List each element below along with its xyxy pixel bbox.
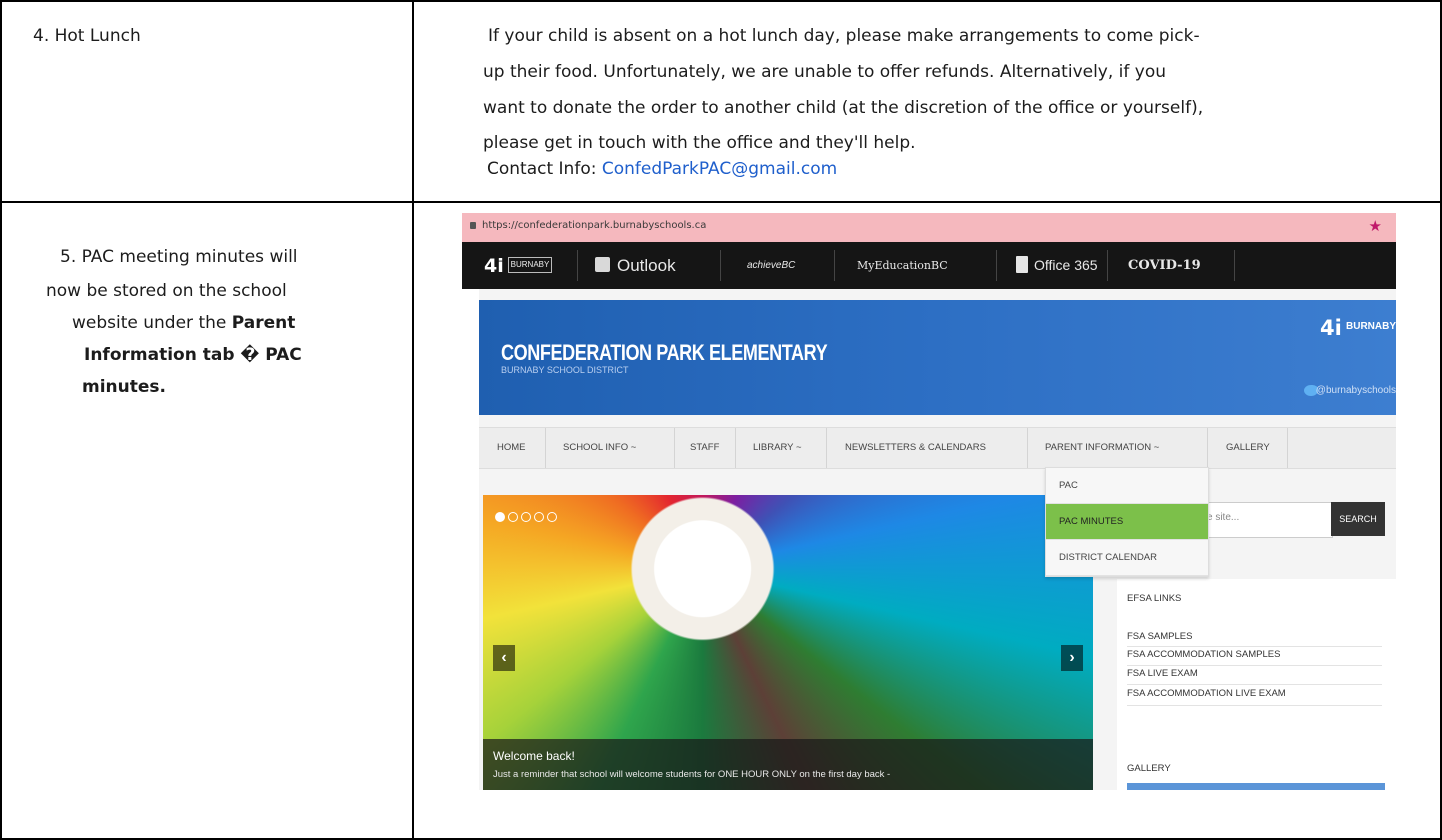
district-top-bar: 4i BURNABY Outlook achieveBC MyEducation… xyxy=(462,242,1396,289)
website-screenshot: https://confederationpark.burnabyschools… xyxy=(462,213,1396,790)
twitter-handle: @burnabyschools xyxy=(1315,385,1396,396)
topbar-outlook: Outlook xyxy=(617,256,676,275)
search-button: SEARCH xyxy=(1331,502,1385,536)
bookmark-star-icon: ★ xyxy=(1368,218,1382,235)
row5-line-3: website under the Parent xyxy=(72,308,295,338)
school-nav: HOME SCHOOL INFO ~ STAFF LIBRARY ~ NEWSL… xyxy=(479,427,1396,469)
image-slider: ‹ › Welcome back! Just a reminder that s… xyxy=(483,495,1093,790)
burnaby-banner-logo-icon: 4i xyxy=(1320,316,1342,340)
document-table: 4. Hot Lunch If your child is absent on … xyxy=(0,0,1442,840)
nav-separator xyxy=(1207,428,1208,468)
nav-newsletters: NEWSLETTERS & CALENDARS xyxy=(845,442,986,453)
dropdown-pac-minutes: PAC MINUTES xyxy=(1046,504,1208,540)
sidebar-link: FSA SAMPLES xyxy=(1127,631,1193,642)
outlook-icon xyxy=(595,257,610,272)
nav-separator xyxy=(735,428,736,468)
topbar-separator xyxy=(577,250,578,281)
row5-line-4: Information tab � PAC xyxy=(84,345,302,365)
gallery-bar xyxy=(1127,783,1385,790)
row5-line-5: minutes. xyxy=(82,377,166,397)
lock-icon xyxy=(470,222,476,229)
row4-label: 4. Hot Lunch xyxy=(33,26,141,46)
sidebar-link: FSA ACCOMMODATION LIVE EXAM xyxy=(1127,688,1286,699)
sidebar-rule xyxy=(1127,705,1382,706)
sidebar-rule xyxy=(1127,684,1382,685)
table-column-divider xyxy=(412,0,414,840)
sidebar-gallery: GALLERY xyxy=(1117,745,1396,790)
school-banner: CONFEDERATION PARK ELEMENTARY BURNABY SC… xyxy=(479,300,1396,415)
school-page: CONFEDERATION PARK ELEMENTARY BURNABY SC… xyxy=(479,289,1396,790)
sidebar-links: EFSA LINKS FSA SAMPLES FSA ACCOMMODATION… xyxy=(1117,579,1396,759)
row4-text-line-3: want to donate the order to another chil… xyxy=(483,98,1204,118)
slider-prev-icon: ‹ xyxy=(493,645,515,671)
row4-text-line-2: up their food. Unfortunately, we are una… xyxy=(483,62,1167,82)
topbar-separator xyxy=(1234,250,1235,281)
burnaby-banner-logo-text: BURNABY xyxy=(1346,321,1396,332)
nav-parent-information: PARENT INFORMATION ~ xyxy=(1045,442,1160,453)
nav-gallery: GALLERY xyxy=(1226,442,1270,453)
row4-text-line-1: If your child is absent on a hot lunch d… xyxy=(488,26,1200,46)
sidebar-rule xyxy=(1127,665,1382,666)
nav-home: HOME xyxy=(497,442,526,453)
slider-dot xyxy=(495,512,505,522)
dropdown-pac: PAC xyxy=(1046,468,1208,504)
burnaby-banner-logo: 4i BURNABY xyxy=(1320,314,1396,348)
row5-line-1: 5. PAC meeting minutes will xyxy=(60,247,298,267)
browser-address-bar: https://confederationpark.burnabyschools… xyxy=(462,213,1396,242)
slider-next-icon: › xyxy=(1061,645,1083,671)
gallery-title: GALLERY xyxy=(1127,763,1171,774)
table-border-left xyxy=(0,0,2,840)
slider-dots xyxy=(495,509,560,527)
search-placeholder: e site... xyxy=(1207,512,1240,523)
topbar-separator xyxy=(720,250,721,281)
district-name: BURNABY SCHOOL DISTRICT xyxy=(501,365,629,375)
topbar-separator xyxy=(834,250,835,281)
slider-dot xyxy=(508,512,518,522)
slider-dot xyxy=(534,512,544,522)
nav-separator xyxy=(826,428,827,468)
burnaby-logo-icon: 4i xyxy=(484,255,504,277)
caption-text: Just a reminder that school will welcome… xyxy=(493,769,891,780)
topbar-office365: Office 365 xyxy=(1034,257,1098,273)
nav-separator xyxy=(1287,428,1288,468)
nav-separator xyxy=(1027,428,1028,468)
parent-info-dropdown: PAC PAC MINUTES DISTRICT CALENDAR xyxy=(1045,467,1209,577)
topbar-separator xyxy=(996,250,997,281)
dropdown-district-calendar: DISTRICT CALENDAR xyxy=(1046,540,1208,576)
caption-title: Welcome back! xyxy=(493,749,575,763)
slider-dot xyxy=(521,512,531,522)
burnaby-logo-text: BURNABY xyxy=(508,257,552,273)
office-365-icon xyxy=(1016,256,1028,273)
row4-contact: Contact Info: ConfedParkPAC@gmail.com xyxy=(487,154,837,184)
row5-line-3-plain: website under the xyxy=(72,313,227,333)
nav-separator xyxy=(674,428,675,468)
topbar-covid: COVID-19 xyxy=(1128,258,1201,273)
school-name: CONFEDERATION PARK ELEMENTARY xyxy=(501,340,828,365)
row5-line-3-bold: Parent xyxy=(231,313,296,333)
slider-dot xyxy=(547,512,557,522)
nav-separator xyxy=(545,428,546,468)
topbar-separator xyxy=(1107,250,1108,281)
contact-label: Contact Info: xyxy=(487,159,597,179)
contact-email-link[interactable]: ConfedParkPAC@gmail.com xyxy=(602,159,837,179)
sidebar-rule xyxy=(1127,646,1382,647)
sidebar-link: FSA ACCOMMODATION SAMPLES xyxy=(1127,649,1281,660)
address-url: https://confederationpark.burnabyschools… xyxy=(482,220,707,231)
row5-line-2: now be stored on the school xyxy=(46,281,287,301)
nav-school-info: SCHOOL INFO ~ xyxy=(563,442,637,453)
nav-library: LIBRARY ~ xyxy=(753,442,802,453)
nav-staff: STAFF xyxy=(690,442,720,453)
sidebar-link: FSA LIVE EXAM xyxy=(1127,668,1198,679)
table-border-top xyxy=(0,0,1442,2)
topbar-myeducationbc: MyEducationBC xyxy=(857,259,948,272)
efsa-links-title: EFSA LINKS xyxy=(1127,593,1182,604)
topbar-achievebc: achieveBC xyxy=(747,260,796,271)
slider-caption: Welcome back! Just a reminder that schoo… xyxy=(483,739,1093,790)
table-row-divider xyxy=(0,201,1442,203)
